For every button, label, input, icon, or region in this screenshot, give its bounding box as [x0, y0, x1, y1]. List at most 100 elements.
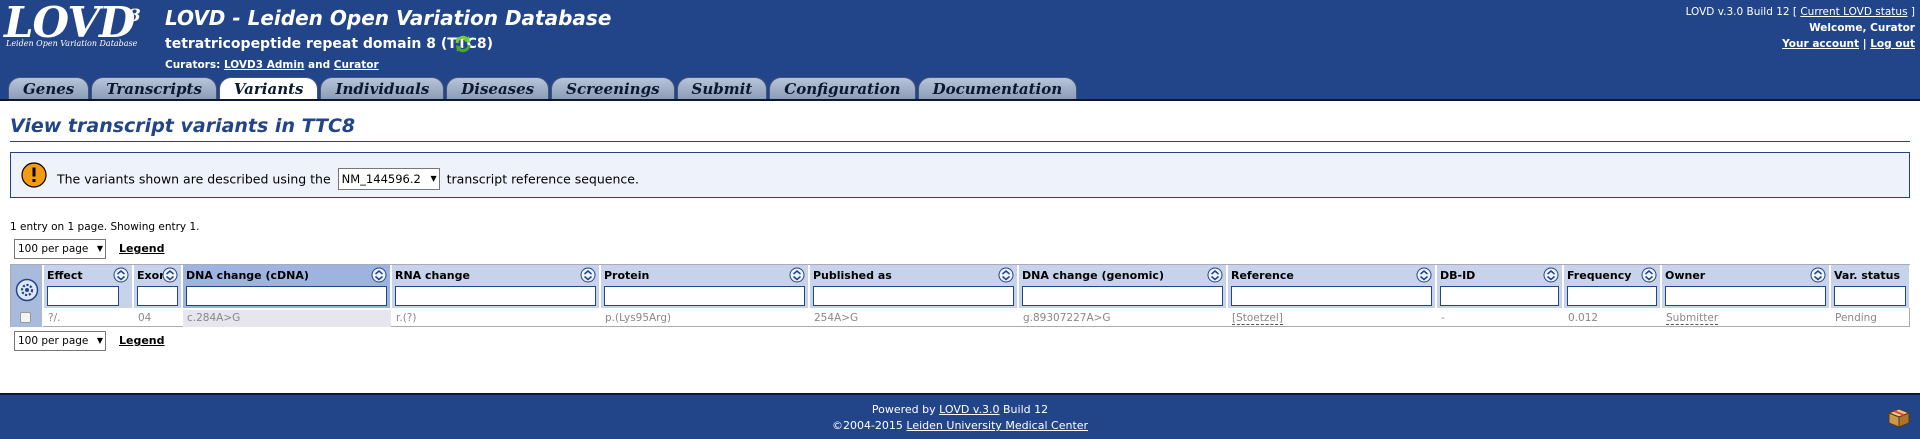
column-filter-input[interactable]	[47, 286, 119, 306]
chevron-down-icon: ▼	[96, 336, 103, 345]
user-panel: LOVD v.3.0 Build 12 [ Current LOVD statu…	[1686, 4, 1915, 52]
column-header-label: Protein	[604, 269, 650, 282]
main-tabs: Genes Transcripts Variants Individuals Disea…	[8, 77, 1079, 101]
sort-arrows-icon[interactable]	[789, 267, 805, 283]
column-filter-input[interactable]	[604, 286, 805, 306]
curator-link-curator[interactable]: Curator	[334, 59, 379, 71]
tab-genes[interactable]: Genes	[8, 77, 90, 100]
table-cell[interactable]: 04	[134, 310, 182, 327]
column-filter-input[interactable]	[137, 286, 178, 306]
sort-arrows-icon[interactable]	[162, 267, 178, 283]
transcript-select[interactable]: NM_144596.2 ▼	[337, 168, 440, 190]
tab-documentation[interactable]: Documentation	[917, 77, 1078, 100]
chevron-down-icon: ▼	[430, 174, 437, 183]
column-filter-input[interactable]	[1231, 286, 1432, 306]
column-filter-input[interactable]	[395, 286, 596, 306]
table-cell-value: Pending	[1835, 312, 1877, 324]
page-footer: Powered by LOVD v.3.0 Build 12 ©2004-201…	[0, 393, 1920, 439]
column-filter-input[interactable]	[1834, 286, 1906, 306]
column-header[interactable]: Frequency	[1564, 265, 1661, 308]
table-cell[interactable]: ?/.	[44, 310, 133, 327]
tab-transcripts[interactable]: Transcripts	[91, 77, 217, 100]
column-header-label: Owner	[1665, 269, 1706, 282]
table-cell-value: g.89307227A>G	[1023, 312, 1111, 324]
table-cell[interactable]: c.284A>G	[183, 310, 391, 327]
box-icon[interactable]	[1886, 404, 1912, 428]
refresh-icon[interactable]	[454, 35, 472, 53]
table-cell-value: 254A>G	[814, 312, 859, 324]
table-cell-value: [Stoetzel]	[1232, 312, 1283, 325]
column-header-label: Frequency	[1567, 269, 1632, 282]
app-title: LOVD - Leiden Open Variation Database	[165, 6, 612, 30]
legend-link-top[interactable]: Legend	[119, 242, 165, 255]
options-cell	[11, 265, 43, 327]
lovd-status-link[interactable]: Current LOVD status	[1800, 6, 1907, 18]
logout-link[interactable]: Log out	[1870, 38, 1915, 50]
tab-variants[interactable]: Variants	[218, 77, 319, 101]
column-header[interactable]: Exon	[134, 265, 182, 308]
table-cell[interactable]: Submitter	[1662, 310, 1830, 327]
sort-arrows-icon[interactable]	[1416, 267, 1432, 283]
column-header[interactable]: Var. status	[1831, 265, 1910, 308]
sort-arrows-icon[interactable]	[580, 267, 596, 283]
sort-arrows-icon[interactable]	[113, 267, 129, 283]
table-cell[interactable]: 254A>G	[810, 310, 1018, 327]
sort-arrows-icon[interactable]	[1207, 267, 1223, 283]
sort-arrows-icon[interactable]	[1810, 267, 1826, 283]
row-checkbox[interactable]	[20, 312, 31, 323]
info-icon	[21, 162, 47, 188]
column-header[interactable]: Protein	[601, 265, 809, 308]
tab-screenings[interactable]: Screenings	[551, 77, 675, 100]
table-cell[interactable]: 0.012	[1564, 310, 1661, 327]
column-filter-input[interactable]	[1665, 286, 1826, 306]
tab-diseases[interactable]: Diseases	[446, 77, 550, 100]
gene-title: tetratricopeptide repeat domain 8 (TTC8)	[165, 36, 494, 52]
tab-configuration[interactable]: Configuration	[769, 77, 916, 100]
table-cell-value: 0.012	[1568, 312, 1599, 324]
column-filter-input[interactable]	[813, 286, 1014, 306]
your-account-link[interactable]: Your account	[1782, 38, 1859, 50]
column-header[interactable]: Published as	[810, 265, 1018, 308]
legend-link-bottom[interactable]: Legend	[119, 334, 165, 347]
table-cell[interactable]: g.89307227A>G	[1019, 310, 1227, 327]
column-header[interactable]: Owner	[1662, 265, 1830, 308]
per-page-select-top[interactable]: 100 per page ▼	[14, 239, 106, 259]
column-header-label: DNA change (cDNA)	[186, 269, 309, 282]
table-cell[interactable]: r.(?)	[392, 310, 600, 327]
column-filter-input[interactable]	[1022, 286, 1223, 306]
lovd-version-link[interactable]: LOVD v.3.0	[939, 403, 999, 416]
column-header[interactable]: Reference	[1228, 265, 1436, 308]
tab-submit[interactable]: Submit	[676, 77, 768, 100]
powered-prefix: Powered by	[871, 403, 936, 416]
powered-by-line: Powered by LOVD v.3.0 Build 12	[0, 402, 1920, 418]
per-page-select-bottom[interactable]: 100 per page ▼	[14, 331, 106, 351]
chevron-down-icon: ▼	[96, 244, 103, 253]
table-cell[interactable]: -	[1437, 310, 1563, 327]
tab-individuals[interactable]: Individuals	[320, 77, 445, 100]
sort-arrows-icon[interactable]	[1543, 267, 1559, 283]
welcome-text: Welcome, Curator	[1809, 22, 1915, 34]
lumc-link[interactable]: Leiden University Medical Center	[906, 419, 1088, 432]
table-cell-value: 04	[138, 312, 152, 324]
column-header[interactable]: DB-ID	[1437, 265, 1563, 308]
sort-arrows-icon[interactable]	[1641, 267, 1657, 283]
lovd-logo[interactable]: LOVD 3 Leiden Open Variation Database	[4, 0, 144, 50]
column-header[interactable]: RNA change	[392, 265, 600, 308]
column-filter-input[interactable]	[1567, 286, 1657, 306]
table-cell[interactable]: Pending	[1831, 310, 1910, 327]
info-text-before: The variants shown are described using t…	[57, 171, 331, 187]
options-gear-icon[interactable]	[15, 278, 39, 302]
sort-arrows-icon[interactable]	[998, 267, 1014, 283]
sort-arrows-icon[interactable]	[371, 267, 387, 283]
column-header[interactable]: DNA change (cDNA)	[183, 265, 391, 308]
version-line: LOVD v.3.0 Build 12 [ Current LOVD statu…	[1686, 4, 1915, 20]
table-cell[interactable]: p.(Lys95Arg)	[601, 310, 809, 327]
column-header-label: RNA change	[395, 269, 470, 282]
column-filter-input[interactable]	[1440, 286, 1559, 306]
curator-link-admin[interactable]: LOVD3 Admin	[224, 59, 304, 71]
table-cell[interactable]: [Stoetzel]	[1228, 310, 1436, 327]
column-filter-input[interactable]	[186, 286, 387, 306]
column-header[interactable]: DNA change (genomic)	[1019, 265, 1227, 308]
transcript-select-value: NM_144596.2	[341, 172, 421, 186]
column-header[interactable]: Effect	[44, 265, 133, 308]
